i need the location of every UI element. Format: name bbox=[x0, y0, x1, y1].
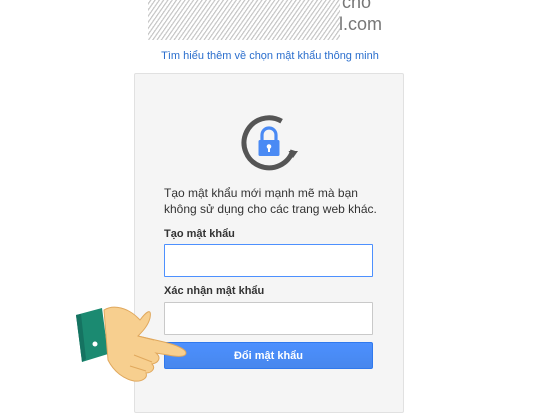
redacted-email-overlay bbox=[148, 0, 340, 40]
password-instructions: Tạo mật khẩu mới mạnh mẽ mà bạn không sử… bbox=[164, 186, 377, 216]
hand-pointer-icon bbox=[76, 306, 187, 382]
lock-refresh-icon bbox=[241, 115, 298, 171]
change-password-button[interactable]: Đổi mật khẩu bbox=[164, 342, 373, 369]
confirm-password-input[interactable] bbox=[164, 302, 373, 335]
new-password-input[interactable] bbox=[164, 244, 373, 277]
new-password-label: Tạo mật khẩu bbox=[164, 228, 235, 240]
learn-more-link[interactable]: Tìm hiểu thêm về chọn mật khẩu thông min… bbox=[0, 50, 540, 62]
confirm-password-label: Xác nhận mật khẩu bbox=[164, 285, 265, 297]
